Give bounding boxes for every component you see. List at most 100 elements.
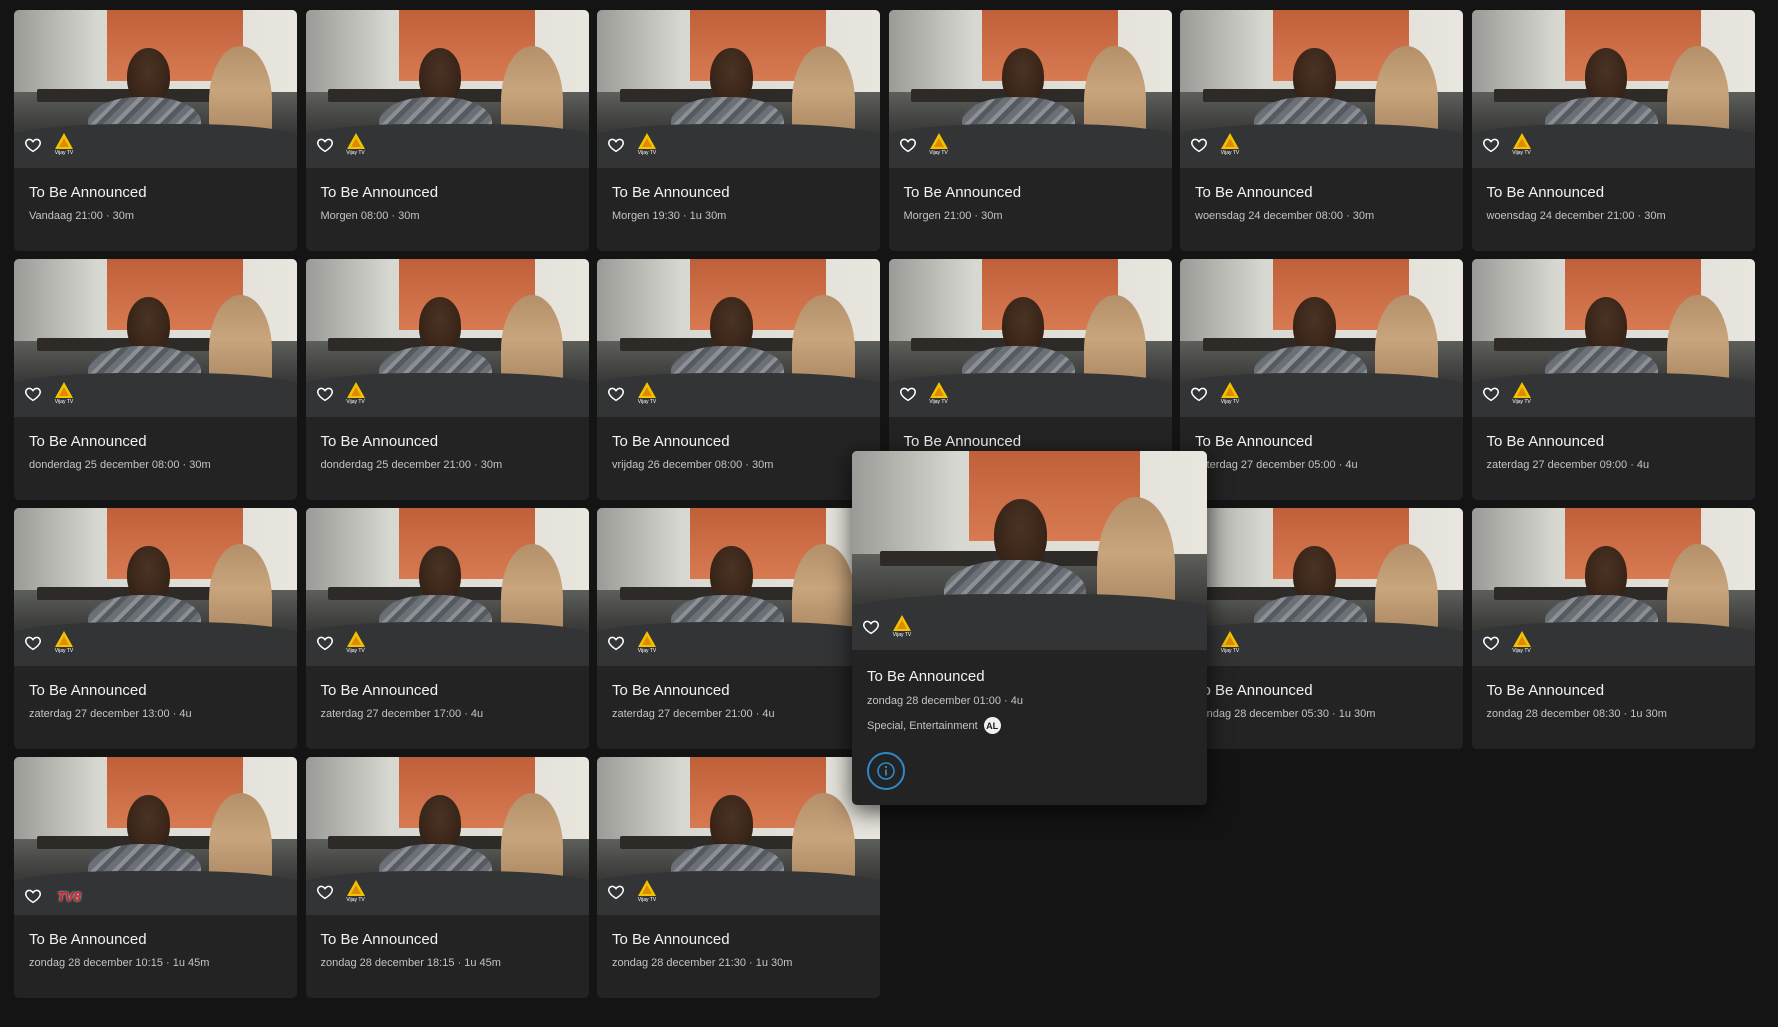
favorite-heart-icon[interactable] xyxy=(316,385,334,403)
program-card[interactable]: Vijay TV To Be Announced Morgen 19:30 · 1u… xyxy=(597,10,880,251)
info-button[interactable] xyxy=(867,752,905,790)
channel-logo-caption: Vijay TV xyxy=(637,648,657,654)
channel-logo-caption: Vijay TV xyxy=(54,648,74,654)
program-card[interactable]: Vijay TV To Be Announced woensdag 24 decem… xyxy=(1180,10,1463,251)
channel-logo-vijay: Vijay TV xyxy=(635,630,659,656)
program-card[interactable]: Vijay TV To Be Announced zaterdag 27 decem… xyxy=(14,508,297,749)
favorite-heart-icon[interactable] xyxy=(316,883,334,901)
program-title: To Be Announced xyxy=(903,433,1022,450)
program-title: To Be Announced xyxy=(320,682,439,699)
favorite-heart-icon[interactable] xyxy=(1482,385,1500,403)
program-card[interactable]: Vijay TV To Be Announced zondag 28 decembe… xyxy=(597,757,880,998)
program-thumbnail[interactable]: Vijay TV xyxy=(305,508,589,666)
program-thumbnail[interactable]: TV8 xyxy=(14,757,297,915)
channel-logo-caption: Vijay TV xyxy=(637,897,657,903)
program-card[interactable]: Vijay TV To Be Announced zaterdag 27 decem… xyxy=(1471,259,1755,500)
program-thumbnail[interactable]: Vijay TV xyxy=(14,259,297,417)
program-schedule: vrijdag 26 december 08:00 · 30m xyxy=(612,459,774,471)
channel-logo-vijay: Vijay TV xyxy=(344,132,368,158)
program-card[interactable]: Vijay TV To Be Announced zondag 28 decembe… xyxy=(1471,508,1755,749)
channel-logo-caption: Vijay TV xyxy=(1512,648,1531,654)
favorite-heart-icon[interactable] xyxy=(24,136,42,154)
program-thumbnail[interactable]: Vijay TV xyxy=(597,757,880,915)
favorite-heart-icon[interactable] xyxy=(607,385,625,403)
program-card[interactable]: Vijay TV To Be Announced Vandaag 21:00 · 3… xyxy=(14,10,297,251)
channel-logo-caption: Vijay TV xyxy=(54,399,74,405)
program-card[interactable]: Vijay TV To Be Announced vrijdag 26 decemb… xyxy=(597,259,880,500)
program-schedule: Morgen 21:00 · 30m xyxy=(903,210,1003,222)
favorite-heart-icon[interactable] xyxy=(1482,634,1500,652)
favorite-heart-icon[interactable] xyxy=(24,385,42,403)
channel-logo-caption: Vijay TV xyxy=(1220,399,1240,405)
favorite-heart-icon[interactable] xyxy=(607,136,625,154)
favorite-heart-icon[interactable] xyxy=(24,634,42,652)
channel-logo-caption: Vijay TV xyxy=(1512,150,1531,156)
program-schedule: zaterdag 27 december 13:00 · 4u xyxy=(29,708,192,720)
program-card[interactable]: Vijay TV To Be Announced zaterdag 27 decem… xyxy=(305,508,589,749)
favorite-heart-icon[interactable] xyxy=(24,887,42,905)
program-thumbnail[interactable]: Vijay TV xyxy=(852,451,1207,650)
program-thumbnail[interactable]: Vijay TV xyxy=(597,508,880,666)
hover-program-card[interactable]: Vijay TV To Be Announced zondag 28 decem… xyxy=(852,451,1207,805)
channel-logo-vijay: Vijay TV xyxy=(1218,381,1242,407)
info-icon xyxy=(877,762,895,780)
program-thumbnail[interactable]: Vijay TV xyxy=(597,259,880,417)
program-thumbnail[interactable]: Vijay TV xyxy=(14,10,297,168)
program-card[interactable]: Vijay TV To Be Announced zaterdag 27 decem… xyxy=(1180,259,1463,500)
program-card[interactable]: Vijay TV To Be Announced zondag 28 decembe… xyxy=(1180,508,1463,749)
favorite-heart-icon[interactable] xyxy=(862,618,880,636)
program-card[interactable]: Vijay TV To Be Announced zondag 28 decembe… xyxy=(305,757,589,998)
channel-logo-vijay: Vijay TV xyxy=(1510,381,1534,407)
program-title: To Be Announced xyxy=(1486,682,1605,699)
program-card[interactable]: Vijay TV To Be Announced zaterdag 27 decem… xyxy=(597,508,880,749)
favorite-heart-icon[interactable] xyxy=(607,883,625,901)
program-title: To Be Announced xyxy=(29,184,147,201)
channel-logo-caption: Vijay TV xyxy=(637,399,657,405)
favorite-heart-icon[interactable] xyxy=(899,136,917,154)
program-thumbnail[interactable]: Vijay TV xyxy=(1180,259,1463,417)
program-card[interactable]: Vijay TV To Be Announced Morgen 08:00 · 30… xyxy=(305,10,589,251)
program-thumbnail[interactable]: Vijay TV xyxy=(305,10,589,168)
program-thumbnail[interactable]: Vijay TV xyxy=(1471,10,1755,168)
program-title: To Be Announced xyxy=(1486,184,1605,201)
program-card[interactable]: Vijay TV To Be Announced Morgen 21:00 · 30… xyxy=(888,10,1172,251)
program-card[interactable]: Vijay TV To Be Announced donderdag 25 dece… xyxy=(305,259,589,500)
channel-logo-caption: Vijay TV xyxy=(346,648,365,654)
program-thumbnail[interactable]: Vijay TV xyxy=(305,757,589,915)
favorite-heart-icon[interactable] xyxy=(1482,136,1500,154)
program-card[interactable]: Vijay TV To Be Announced woensdag 24 decem… xyxy=(1471,10,1755,251)
program-thumbnail[interactable]: Vijay TV xyxy=(1471,508,1755,666)
favorite-heart-icon[interactable] xyxy=(1190,385,1208,403)
program-card[interactable]: Vijay TV To Be Announced donderdag 25 dece… xyxy=(14,259,297,500)
channel-logo-vijay: Vijay TV xyxy=(635,132,659,158)
favorite-heart-icon[interactable] xyxy=(1190,136,1208,154)
program-schedule: zondag 28 december 01:00 · 4u xyxy=(867,695,1023,707)
program-title: To Be Announced xyxy=(612,184,730,201)
program-schedule: zondag 28 december 05:30 · 1u 30m xyxy=(1195,708,1376,720)
favorite-heart-icon[interactable] xyxy=(899,385,917,403)
favorite-heart-icon[interactable] xyxy=(316,634,334,652)
program-title: To Be Announced xyxy=(867,668,985,685)
channel-logo-caption: Vijay TV xyxy=(929,150,948,156)
favorite-heart-icon[interactable] xyxy=(316,136,334,154)
channel-logo-vijay: Vijay TV xyxy=(1218,630,1242,656)
program-thumbnail[interactable]: Vijay TV xyxy=(1180,508,1463,666)
program-schedule: zondag 28 december 21:30 · 1u 30m xyxy=(612,957,793,969)
program-thumbnail[interactable]: Vijay TV xyxy=(1180,10,1463,168)
program-schedule: zondag 28 december 10:15 · 1u 45m xyxy=(29,957,210,969)
program-schedule: woensdag 24 december 21:00 · 30m xyxy=(1486,210,1666,222)
program-thumbnail[interactable]: Vijay TV xyxy=(597,10,880,168)
program-schedule: zaterdag 27 december 09:00 · 4u xyxy=(1486,459,1650,471)
program-thumbnail[interactable]: Vijay TV xyxy=(14,508,297,666)
channel-logo-vijay: Vijay TV xyxy=(1510,132,1534,158)
program-thumbnail[interactable]: Vijay TV xyxy=(305,259,589,417)
program-thumbnail[interactable]: Vijay TV xyxy=(888,259,1172,417)
program-thumbnail[interactable]: Vijay TV xyxy=(1471,259,1755,417)
program-thumbnail[interactable]: Vijay TV xyxy=(888,10,1172,168)
channel-logo-vijay: Vijay TV xyxy=(890,614,914,640)
favorite-heart-icon[interactable] xyxy=(607,634,625,652)
program-title: To Be Announced xyxy=(1486,433,1605,450)
channel-logo-caption: Vijay TV xyxy=(892,632,912,638)
channel-logo-vijay: Vijay TV xyxy=(344,381,368,407)
program-card[interactable]: TV8 To Be Announced zondag 28 december 10:… xyxy=(14,757,297,998)
